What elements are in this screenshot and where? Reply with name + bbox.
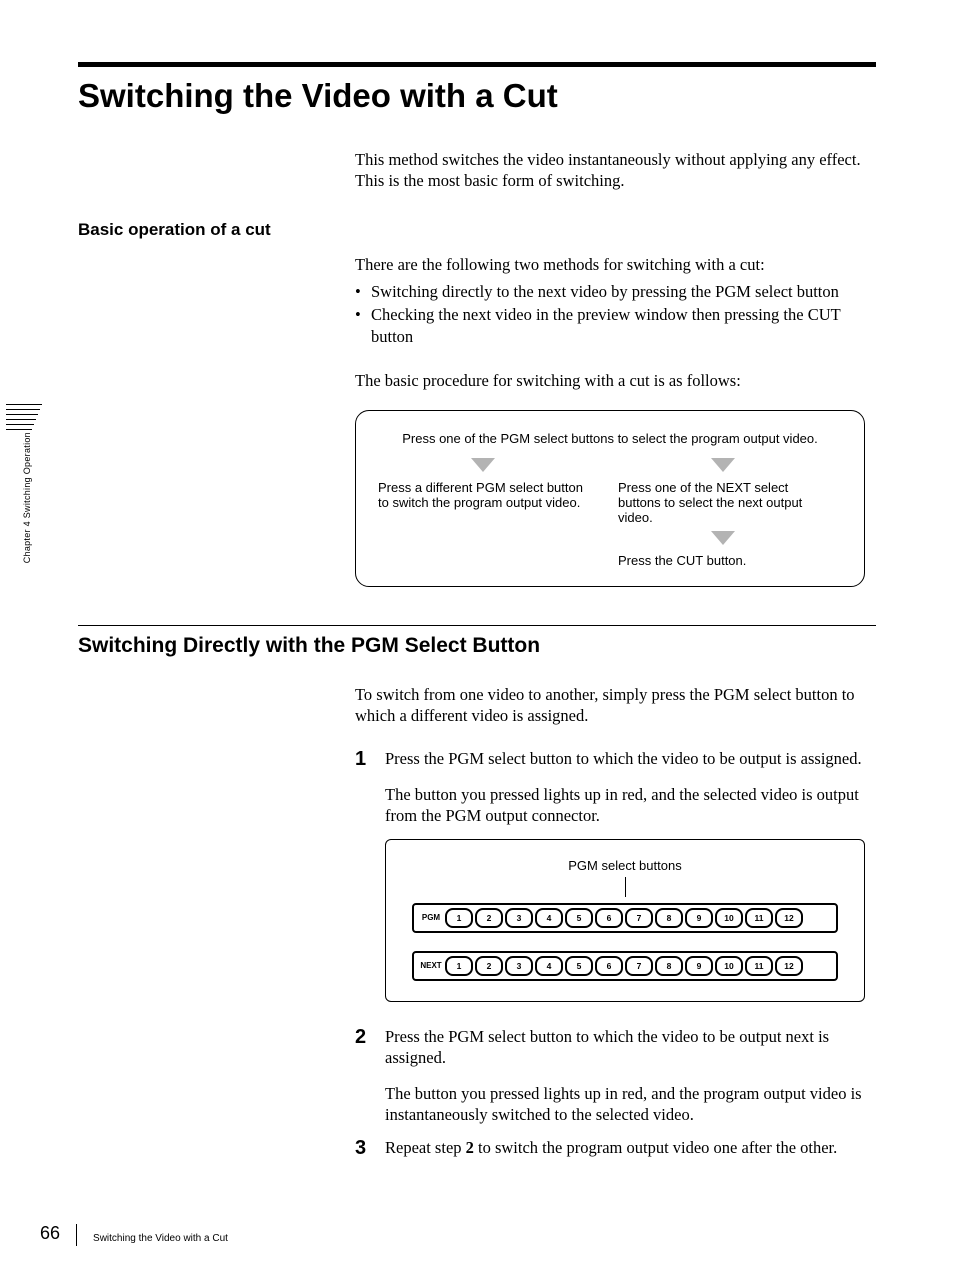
pointer-line bbox=[625, 877, 626, 897]
step-1-text-b: The button you pressed lights up in red,… bbox=[385, 784, 876, 827]
flow-step-right-2: Press the CUT button. bbox=[618, 553, 828, 568]
next-select-button: 6 bbox=[595, 956, 623, 976]
down-arrow-icon bbox=[711, 531, 735, 545]
pgm-select-button: 7 bbox=[625, 908, 653, 928]
pgm-button-row: PGM 1 2 3 4 5 6 7 8 9 10 11 12 bbox=[412, 903, 838, 933]
pgm-select-button: 10 bbox=[715, 908, 743, 928]
next-select-button: 5 bbox=[565, 956, 593, 976]
panel-caption: PGM select buttons bbox=[412, 858, 838, 873]
bullet-item: Switching directly to the next video by … bbox=[371, 281, 839, 303]
next-select-button: 8 bbox=[655, 956, 683, 976]
pgm-select-button: 9 bbox=[685, 908, 713, 928]
intro-paragraph: This method switches the video instantan… bbox=[355, 149, 876, 192]
bullet-item: Checking the next video in the preview w… bbox=[371, 304, 876, 349]
pgm-select-button: 12 bbox=[775, 908, 803, 928]
pgm-select-button: 1 bbox=[445, 908, 473, 928]
step-number: 1 bbox=[355, 746, 371, 826]
step-2: 2 Press the PGM select button to which t… bbox=[355, 1026, 876, 1126]
pgm-select-button: 6 bbox=[595, 908, 623, 928]
step-2-text-b: The button you pressed lights up in red,… bbox=[385, 1083, 876, 1126]
section-heading: Switching Directly with the PGM Select B… bbox=[78, 634, 876, 658]
next-button-row: NEXT 1 2 3 4 5 6 7 8 9 10 11 12 bbox=[412, 951, 838, 981]
down-arrow-icon bbox=[471, 458, 495, 472]
sidebar-marks bbox=[6, 404, 42, 434]
next-select-button: 12 bbox=[775, 956, 803, 976]
flow-step-top: Press one of the PGM select buttons to s… bbox=[378, 431, 842, 446]
step-1: 1 Press the PGM select button to which t… bbox=[355, 748, 876, 826]
next-select-button: 11 bbox=[745, 956, 773, 976]
row-label-next: NEXT bbox=[418, 961, 444, 970]
next-select-button: 9 bbox=[685, 956, 713, 976]
procedure-intro: The basic procedure for switching with a… bbox=[355, 370, 876, 391]
basic-operation-heading: Basic operation of a cut bbox=[78, 220, 876, 240]
step-3: 3 Repeat step 2 to switch the program ou… bbox=[355, 1137, 876, 1161]
procedure-flow-box: Press one of the PGM select buttons to s… bbox=[355, 410, 865, 587]
pgm-select-button: 5 bbox=[565, 908, 593, 928]
step-3-text: Repeat step 2 to switch the program outp… bbox=[385, 1137, 876, 1158]
button-panel-diagram: PGM select buttons PGM 1 2 3 4 5 6 7 8 9… bbox=[385, 839, 865, 1002]
pgm-select-button: 2 bbox=[475, 908, 503, 928]
section2-intro: To switch from one video to another, sim… bbox=[355, 684, 876, 727]
row-label-pgm: PGM bbox=[418, 913, 444, 922]
basic-intro-text: There are the following two methods for … bbox=[355, 254, 876, 275]
pgm-select-button: 4 bbox=[535, 908, 563, 928]
next-select-button: 2 bbox=[475, 956, 503, 976]
section-divider bbox=[78, 625, 876, 626]
step-1-text-a: Press the PGM select button to which the… bbox=[385, 748, 876, 769]
flow-step-left: Press a different PGM select button to s… bbox=[378, 480, 588, 510]
pgm-select-button: 8 bbox=[655, 908, 683, 928]
step-number: 3 bbox=[355, 1135, 371, 1161]
pgm-select-button: 3 bbox=[505, 908, 533, 928]
next-select-button: 4 bbox=[535, 956, 563, 976]
step-number: 2 bbox=[355, 1024, 371, 1126]
flow-step-right-1: Press one of the NEXT select buttons to … bbox=[618, 480, 828, 525]
page-title: Switching the Video with a Cut bbox=[78, 77, 876, 115]
page-number: 66 bbox=[40, 1223, 60, 1244]
step-2-text-a: Press the PGM select button to which the… bbox=[385, 1026, 876, 1069]
page-footer: 66 Switching the Video with a Cut bbox=[40, 1223, 228, 1244]
next-select-button: 10 bbox=[715, 956, 743, 976]
next-select-button: 1 bbox=[445, 956, 473, 976]
next-select-button: 7 bbox=[625, 956, 653, 976]
top-horizontal-rule bbox=[78, 62, 876, 67]
next-select-button: 3 bbox=[505, 956, 533, 976]
pgm-select-button: 11 bbox=[745, 908, 773, 928]
sidebar-chapter-label: Chapter 4 Switching Operation bbox=[22, 432, 32, 563]
down-arrow-icon bbox=[711, 458, 735, 472]
methods-bullet-list: •Switching directly to the next video by… bbox=[355, 281, 876, 348]
footer-title: Switching the Video with a Cut bbox=[93, 1233, 228, 1244]
